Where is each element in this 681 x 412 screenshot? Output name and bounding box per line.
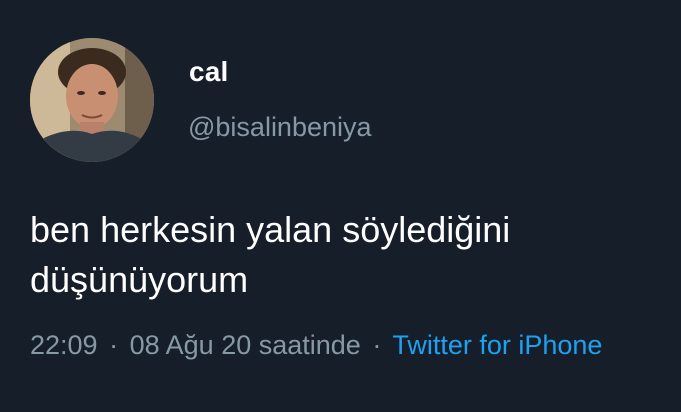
- tweet-time[interactable]: 22:09: [30, 330, 98, 360]
- tweet-text-line: düşünüyorum: [30, 259, 249, 300]
- tweet-card: cal @bisalinbeniya ben herkesin yalan sö…: [0, 0, 681, 412]
- separator: ·: [372, 330, 382, 360]
- tweet-source-link[interactable]: Twitter for iPhone: [392, 330, 602, 360]
- tweet-metadata: 22:09 · 08 Ağu 20 saatinde · Twitter for…: [30, 330, 602, 361]
- tweet-text: ben herkesin yalan söylediğini düşünüyor…: [30, 205, 660, 305]
- tweet-text-line: ben herkesin yalan söylediğini: [30, 209, 511, 250]
- display-name[interactable]: cal: [189, 56, 229, 88]
- avatar[interactable]: [30, 38, 154, 162]
- separator: ·: [109, 330, 119, 360]
- profile-photo-icon: [30, 38, 154, 162]
- user-handle[interactable]: @bisalinbeniya: [188, 112, 372, 143]
- tweet-date[interactable]: 08 Ağu 20 saatinde: [130, 330, 361, 360]
